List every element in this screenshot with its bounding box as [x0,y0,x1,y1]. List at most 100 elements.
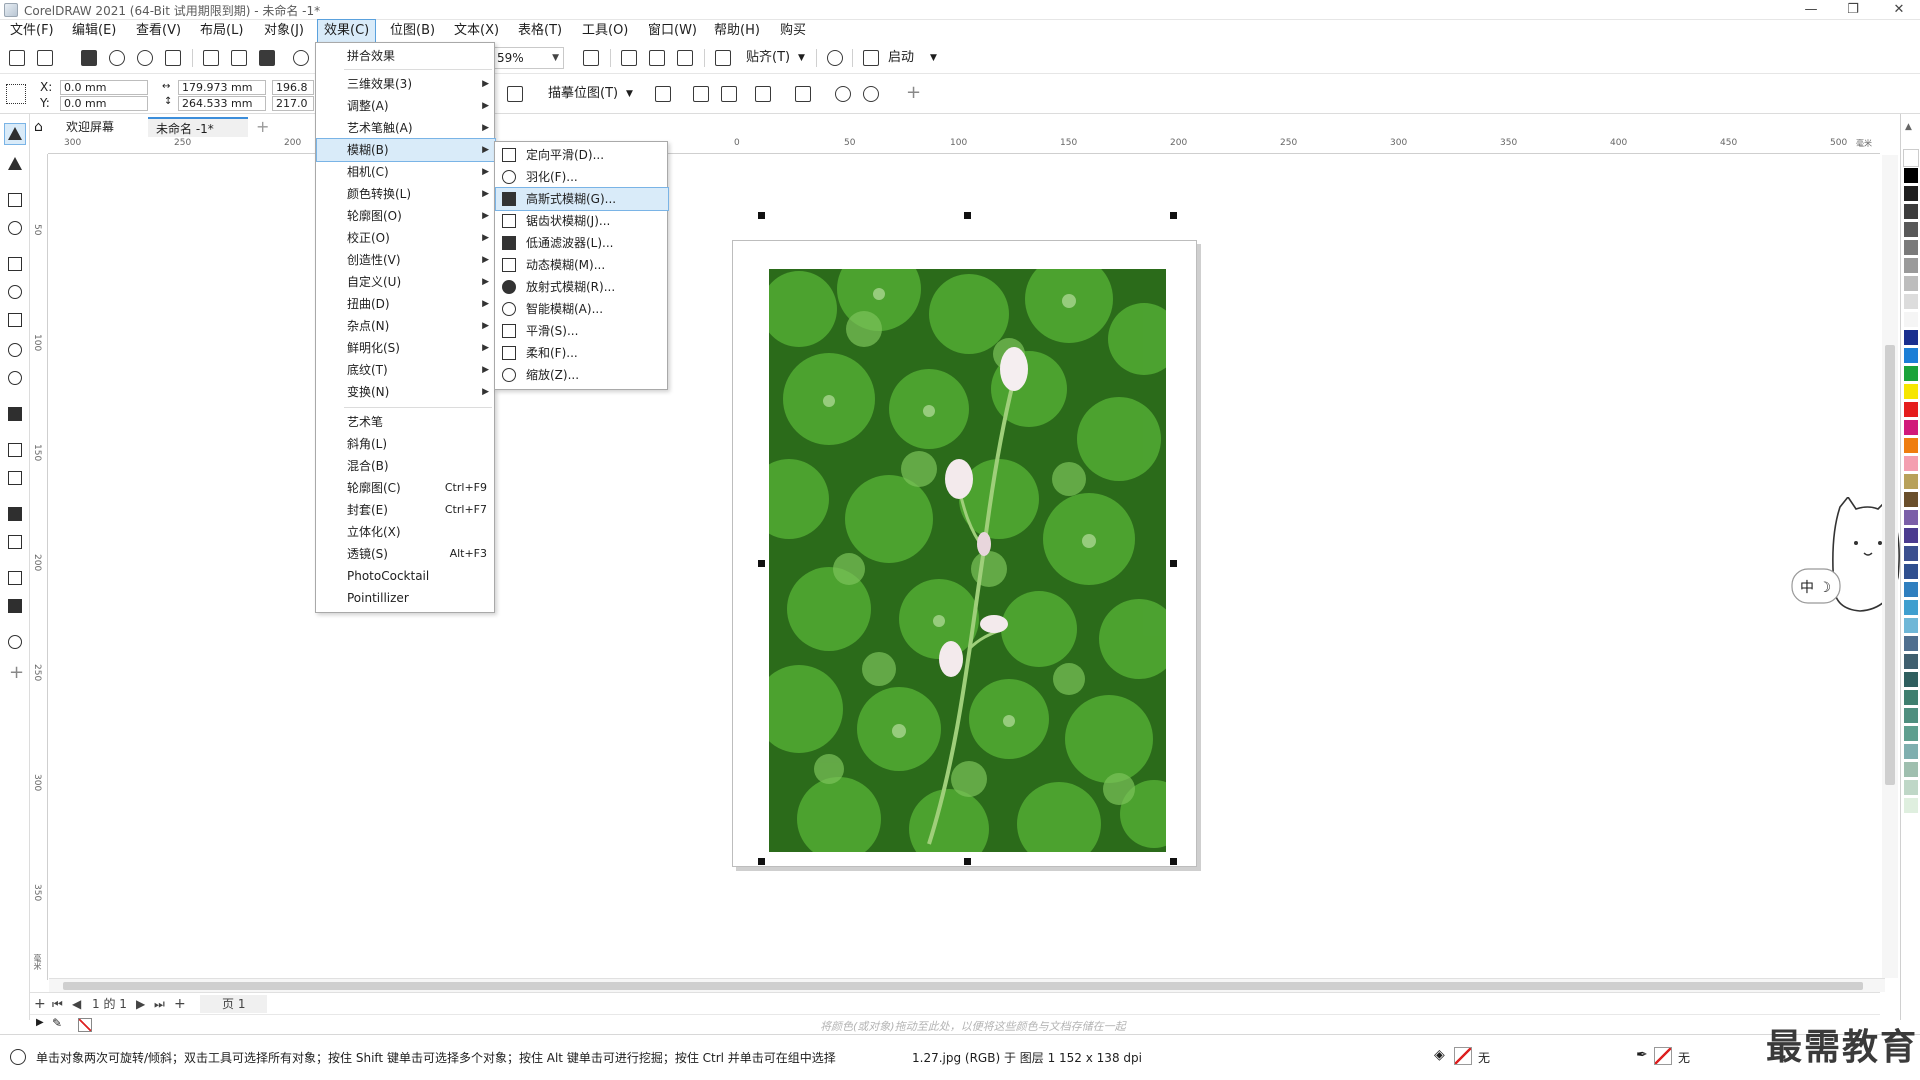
open-button[interactable] [34,47,56,69]
menu-item-art-strokes[interactable]: 艺术笔触(A) ▶ [317,117,495,139]
menu-item-soften[interactable]: 柔和(F)... [496,342,668,364]
menu-tools[interactable]: 工具(O) [576,20,634,42]
menu-item-radial-blur[interactable]: 放射式模糊(R)... [496,276,668,298]
rectangle-tool[interactable] [5,310,25,330]
menu-item-artistic-media[interactable]: 艺术笔 [317,411,495,433]
menu-item-jaggy-despeckle[interactable]: 锯齿状模糊(J)... [496,210,668,232]
menu-item-sharpen[interactable]: 鲜明化(S) ▶ [317,337,495,359]
close-button[interactable]: ✕ [1884,1,1914,19]
palette-swatch[interactable] [1904,600,1918,616]
add-page-before-icon[interactable]: + [34,995,46,1013]
palette-swatch[interactable] [1904,366,1918,382]
palette-swatch[interactable] [1904,654,1918,670]
edit-bitmap-button[interactable] [652,83,674,105]
first-page-icon[interactable]: ⏮ [52,995,63,1013]
palette-swatch[interactable] [1904,546,1918,562]
launch-button[interactable] [860,47,882,69]
selection-handle[interactable] [964,858,971,865]
palette-swatch[interactable] [1904,294,1918,310]
clover-photo-bitmap[interactable] [769,269,1166,852]
menu-item-envelope[interactable]: 封套(E) Ctrl+F7 [317,499,495,521]
palette-swatch[interactable] [1904,456,1918,472]
smart-fill-tool[interactable] [5,632,25,652]
vertical-ruler[interactable]: 50 100 150 200 250 300 350 毫米 [30,154,48,980]
vertical-scrollbar[interactable] [1882,155,1898,978]
palette-swatch[interactable] [1904,420,1918,436]
menu-item-transform[interactable]: 变换(N) ▶ [317,381,495,403]
drop-shadow-tool[interactable] [5,504,25,524]
selection-handle[interactable] [964,212,971,219]
menu-item-smart-blur[interactable]: 智能模糊(A)... [496,298,668,320]
palette-swatch[interactable] [1904,744,1918,760]
palette-swatch[interactable] [1904,636,1918,652]
menu-item-zoom-blur[interactable]: 缩放(Z)... [496,364,668,386]
add-tool-icon[interactable]: + [9,662,24,683]
page-tab-1[interactable]: 页 1 [200,995,268,1013]
palette-swatch[interactable] [1904,438,1918,454]
document-palette-bar[interactable]: ▶ ✎ 将颜色(或对象)拖动至此处，以便将这些颜色与文档存储在一起 [30,1014,1880,1034]
menu-item-photococktail[interactable]: PhotoCocktail [317,565,495,587]
palette-swatch[interactable] [1904,762,1918,778]
palette-swatch[interactable] [1904,798,1918,814]
palette-swatch[interactable] [1904,186,1918,202]
paste-button[interactable] [256,47,278,69]
gear-icon[interactable] [10,1049,26,1065]
bitmap-color-mask-button[interactable] [718,83,740,105]
palette-scroll-up-icon[interactable]: ▲ [1905,122,1912,132]
fill-swatch[interactable] [1454,1047,1472,1065]
menu-item-correction[interactable]: 校正(O) ▶ [317,227,495,249]
layer-up-button[interactable] [832,83,854,105]
palette-swatch[interactable] [1904,402,1918,418]
scale-width-field[interactable]: 196.8 [272,80,314,95]
maximize-button[interactable]: ❐ [1838,1,1868,19]
full-screen-button[interactable] [580,47,602,69]
snap-off-button[interactable] [712,47,734,69]
menu-item-blend[interactable]: 混合(B) [317,455,495,477]
menu-item-3d-effects[interactable]: 三维效果(3) ▶ [317,73,495,95]
trace-bitmap-dropdown[interactable]: 描摹位图(T) [548,83,618,105]
eyedropper-icon[interactable]: ✎ [52,1016,62,1030]
chevron-down-icon[interactable]: ▼ [930,47,937,69]
vertical-scroll-thumb[interactable] [1885,345,1895,785]
menu-item-blur[interactable]: 模糊(B) ▶ [316,138,496,162]
selection-handle[interactable] [758,560,765,567]
palette-swatch[interactable] [1904,222,1918,238]
palette-swatch[interactable] [1904,564,1918,580]
height-field[interactable]: 264.533 mm [178,96,266,111]
menu-item-contour[interactable]: 轮廓图(C) Ctrl+F9 [317,477,495,499]
menu-item-gaussian-blur[interactable]: 高斯式模糊(G)... [495,187,669,211]
horizontal-scrollbar[interactable] [49,978,1885,992]
show-grid-button[interactable] [646,47,668,69]
selection-handle[interactable] [1170,858,1177,865]
crop-tool[interactable] [5,190,25,210]
x-position-field[interactable]: 0.0 mm [60,80,148,95]
menu-item-contour-bitmap[interactable]: 轮廓图(O) ▶ [317,205,495,227]
width-field[interactable]: 179.973 mm [178,80,266,95]
menu-item-custom[interactable]: 自定义(U) ▶ [317,271,495,293]
menu-item-adjust[interactable]: 调整(A) ▶ [317,95,495,117]
connector-tool[interactable] [5,468,25,488]
object-origin-icon[interactable] [6,84,26,104]
palette-swatch[interactable] [1904,276,1918,292]
menu-help[interactable]: 帮助(H) [708,20,766,42]
undo-button[interactable] [290,47,312,69]
tab-welcome-screen[interactable]: 欢迎屏幕 [58,117,122,137]
palette-swatch[interactable] [1904,510,1918,526]
pick-tool[interactable] [4,123,26,145]
menu-item-camera[interactable]: 相机(C) ▶ [317,161,495,183]
add-icon[interactable]: + [906,82,921,103]
interactive-fill-tool[interactable] [5,596,25,616]
palette-swatch[interactable] [1904,708,1918,724]
palette-swatch[interactable] [1904,312,1918,328]
show-rulers-button[interactable] [618,47,640,69]
palette-swatch[interactable] [1904,582,1918,598]
minimize-button[interactable]: — [1796,1,1826,19]
palette-swatch[interactable] [1904,258,1918,274]
selection-handle[interactable] [758,858,765,865]
no-color-swatch[interactable] [78,1018,92,1032]
menu-item-flatten-effects[interactable]: 拼合效果 [317,45,495,67]
menu-item-directional-smooth[interactable]: 定向平滑(D)... [496,144,668,166]
cloud-download-button[interactable] [106,47,128,69]
menu-text[interactable]: 文本(X) [448,20,505,42]
snap-to-dropdown[interactable]: 贴齐(T) [746,47,790,69]
